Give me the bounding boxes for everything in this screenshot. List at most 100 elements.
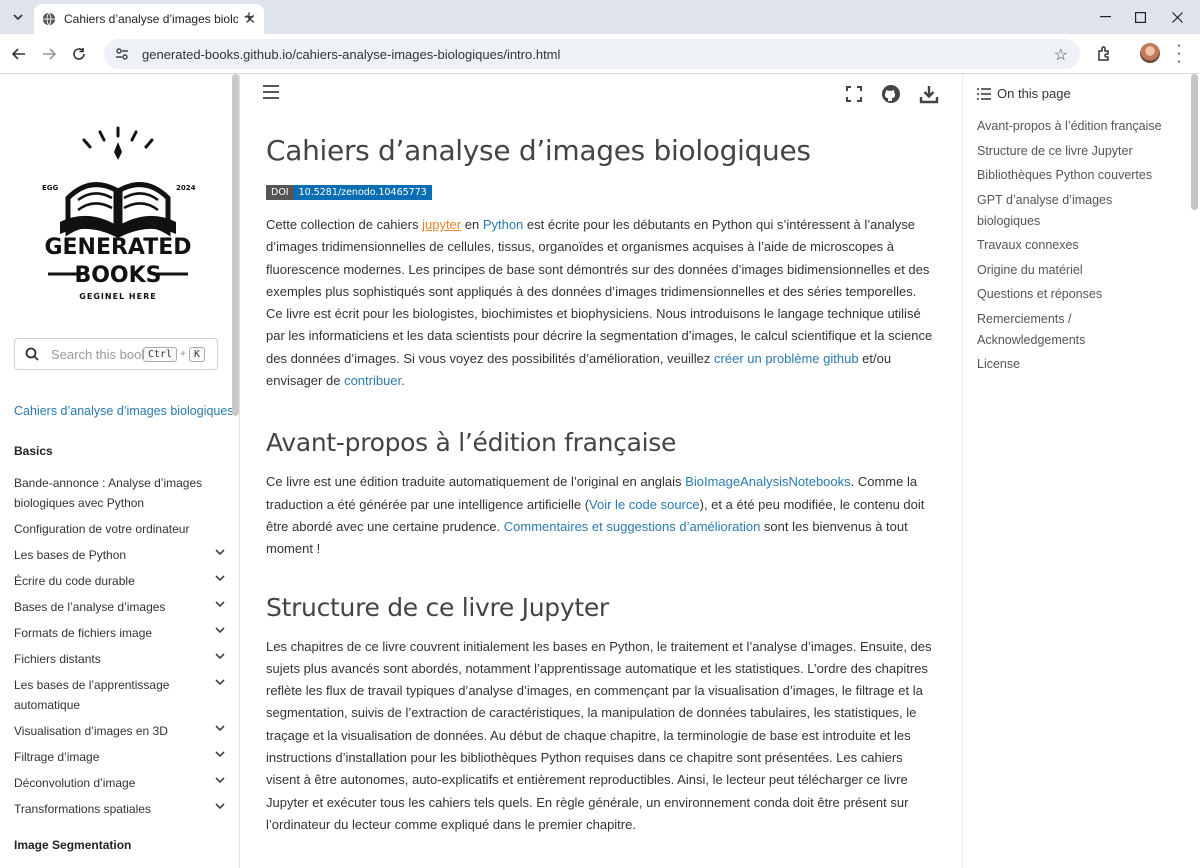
heading-foreword: Avant-propos à l’édition française bbox=[266, 428, 677, 458]
sidebar-nav-item[interactable]: Écrire du code durable bbox=[14, 568, 228, 594]
logo-line2: BOOKS bbox=[74, 263, 161, 286]
python-link[interactable]: Python bbox=[483, 217, 523, 232]
browser-tabstrip: Cahiers d’analyse d’images biolo ✕ + bbox=[0, 0, 1200, 34]
sidebar-nav-item[interactable]: Les bases de Python bbox=[14, 542, 228, 568]
download-icon[interactable] bbox=[919, 84, 939, 104]
chevron-down-icon[interactable] bbox=[214, 676, 226, 688]
sidebar-caption-segmentation: Image Segmentation bbox=[14, 838, 132, 852]
toc-item[interactable]: Questions et réponses bbox=[977, 284, 1177, 305]
sidebar-nav-item-label: Écrire du code durable bbox=[14, 574, 135, 588]
foreword-text-1: Ce livre est une édition traduite automa… bbox=[266, 474, 686, 490]
chevron-down-icon[interactable] bbox=[214, 572, 226, 584]
intro-paragraph: Cette collection de cahiers jupyter en P… bbox=[266, 214, 936, 392]
globe-icon bbox=[42, 12, 56, 26]
page-scrollbar[interactable] bbox=[1191, 74, 1198, 210]
chevron-down-icon[interactable] bbox=[214, 650, 226, 662]
chevron-down-icon[interactable] bbox=[214, 800, 226, 812]
extensions-icon[interactable] bbox=[1094, 43, 1116, 65]
sidebar-nav-item[interactable]: Visualisation d’images en 3D bbox=[14, 718, 228, 744]
kbd-plus: + bbox=[180, 348, 186, 360]
chevron-down-icon[interactable] bbox=[214, 624, 226, 636]
sidebar-nav-item[interactable]: Déconvolution d’image bbox=[14, 770, 228, 796]
secondary-toc: On this page Avant-propos à l’édition fr… bbox=[962, 74, 1200, 868]
chevron-down-icon[interactable] bbox=[214, 774, 226, 786]
heading-structure: Structure de ce livre Jupyter bbox=[266, 592, 609, 622]
search-input[interactable]: Search this book... Ctrl + K bbox=[14, 338, 218, 370]
toc-item[interactable]: Bibliothèques Python couvertes bbox=[977, 165, 1177, 186]
primary-sidebar: EGG 2024 GENERATED BOOKS GEGINEL HERE Se… bbox=[0, 74, 240, 868]
intro-text-1: Cette collection de cahiers bbox=[266, 217, 423, 232]
close-window-icon[interactable] bbox=[1154, 0, 1200, 34]
sidebar-nav-item-label: Bases de l’analyse d’images bbox=[14, 600, 166, 614]
sidebar-scrollbar[interactable] bbox=[232, 74, 239, 416]
chevron-down-icon[interactable] bbox=[214, 722, 226, 734]
github-icon[interactable] bbox=[881, 84, 901, 104]
feedback-link[interactable]: Commentaires et suggestions d’améliorati… bbox=[504, 519, 761, 534]
toc-item[interactable]: Remerciements / Acknowledgements bbox=[977, 309, 1177, 351]
sidebar-root-link[interactable]: Cahiers d’analyse d’images biologiques bbox=[14, 404, 234, 418]
back-icon[interactable] bbox=[6, 42, 32, 66]
chevron-down-icon[interactable] bbox=[214, 748, 226, 760]
tab-search-chevron-icon[interactable] bbox=[6, 6, 30, 28]
search-icon bbox=[25, 347, 39, 361]
sidebar-toggle-icon[interactable] bbox=[262, 84, 280, 100]
source-code-link[interactable]: Voir le code source bbox=[589, 497, 700, 512]
toc-item[interactable]: License bbox=[977, 354, 1177, 375]
forward-icon[interactable] bbox=[36, 42, 62, 66]
chevron-down-icon[interactable] bbox=[214, 546, 226, 558]
logo-line1: GENERATED bbox=[44, 235, 191, 260]
tab-title: Cahiers d’analyse d’images biolo bbox=[64, 12, 239, 26]
sidebar-nav-item[interactable]: Les bases de l’apprentissage automatique bbox=[14, 672, 228, 718]
toc-item[interactable]: Avant-propos à l’édition française bbox=[977, 116, 1177, 137]
address-bar[interactable]: generated-books.github.io/cahiers-analys… bbox=[104, 39, 1080, 69]
list-icon bbox=[977, 87, 991, 100]
toc-item[interactable]: Structure de ce livre Jupyter bbox=[977, 141, 1177, 162]
logo-tagline: GEGINEL HERE bbox=[79, 292, 157, 301]
toc-item[interactable]: Origine du matériel bbox=[977, 260, 1177, 281]
site-info-icon[interactable] bbox=[114, 46, 130, 62]
page-title: Cahiers d’analyse d’images biologiques bbox=[266, 134, 811, 167]
toc-item[interactable]: Travaux connexes bbox=[977, 235, 1177, 256]
bookmark-star-icon[interactable]: ☆ bbox=[1054, 45, 1068, 65]
search-placeholder: Search this book... bbox=[51, 346, 143, 362]
profile-avatar[interactable] bbox=[1140, 43, 1160, 63]
sidebar-nav-item-label: Configuration de votre ordinateur bbox=[14, 522, 190, 536]
sidebar-nav-item[interactable]: Fichiers distants bbox=[14, 646, 228, 672]
jupyter-link[interactable]: jupyter bbox=[422, 217, 461, 232]
sidebar-nav-item-label: Formats de fichiers image bbox=[14, 626, 153, 640]
browser-toolbar: generated-books.github.io/cahiers-analys… bbox=[0, 34, 1200, 74]
toc-heading: On this page bbox=[977, 86, 1071, 101]
sidebar-nav-item-label: Visualisation d’images en 3D bbox=[14, 724, 168, 738]
reload-icon[interactable] bbox=[66, 42, 92, 66]
sidebar-nav-item-label: Filtrage d’image bbox=[14, 750, 100, 764]
logo-year-left: EGG bbox=[42, 184, 59, 192]
sidebar-nav-list: Bande-annonce : Analyse d’images biologi… bbox=[14, 470, 228, 822]
sidebar-nav-item[interactable]: Formats de fichiers image bbox=[14, 620, 228, 646]
doi-badge[interactable]: DOI 10.5281/zenodo.10465773 bbox=[266, 185, 432, 200]
sidebar-nav-item[interactable]: Transformations spatiales bbox=[14, 796, 228, 822]
chevron-down-icon[interactable] bbox=[214, 598, 226, 610]
main-content: Cahiers d’analyse d’images biologiques D… bbox=[240, 74, 962, 868]
sidebar-nav-item[interactable]: Configuration de votre ordinateur bbox=[14, 516, 228, 542]
new-tab-icon[interactable]: + bbox=[238, 7, 260, 27]
sidebar-caption-basics: Basics bbox=[14, 444, 53, 458]
toc-item[interactable]: GPT d’analyse d’images biologiques bbox=[977, 190, 1177, 232]
contribute-link[interactable]: contribuer bbox=[344, 373, 401, 388]
sidebar-nav-item-label: Fichiers distants bbox=[14, 652, 101, 666]
kbd-k: K bbox=[188, 346, 205, 362]
browser-menu-icon[interactable]: · · · bbox=[1172, 38, 1186, 70]
sidebar-nav-item[interactable]: Bases de l’analyse d’images bbox=[14, 594, 228, 620]
sidebar-nav-item[interactable]: Filtrage d’image bbox=[14, 744, 228, 770]
foreword-paragraph: Ce livre est une édition traduite automa… bbox=[266, 471, 936, 560]
site-logo[interactable]: EGG 2024 GENERATED BOOKS bbox=[28, 126, 208, 286]
fullscreen-icon[interactable] bbox=[844, 84, 864, 104]
toc-heading-label: On this page bbox=[997, 86, 1071, 101]
toc-list: Avant-propos à l’édition française Struct… bbox=[977, 116, 1177, 379]
original-book-link[interactable]: BioImageAnalysisNotebooks bbox=[685, 474, 850, 489]
sidebar-nav-item[interactable]: Bande-annonce : Analyse d’images biologi… bbox=[14, 470, 228, 516]
sidebar-nav-item-label: Les bases de Python bbox=[14, 548, 127, 562]
intro-text-2: en bbox=[461, 217, 483, 232]
browser-tab[interactable]: Cahiers d’analyse d’images biolo ✕ bbox=[34, 4, 264, 34]
sidebar-nav-item-label: Transformations spatiales bbox=[14, 802, 151, 816]
github-issue-link[interactable]: créer un problème github bbox=[714, 351, 859, 366]
